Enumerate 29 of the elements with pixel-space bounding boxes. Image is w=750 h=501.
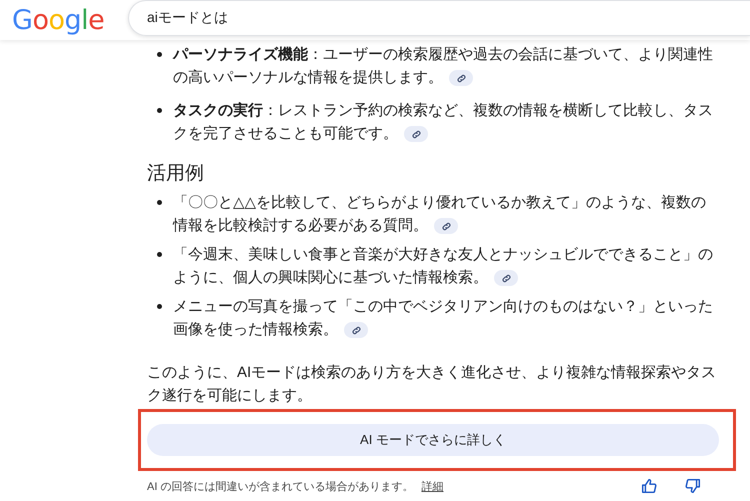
ai-mode-button[interactable]: AI モードでさらに詳しく (147, 424, 719, 456)
source-link-button[interactable] (344, 322, 368, 338)
feature-text: タスクの実行：レストラン予約の検索など、複数の情報を横断して比較し、タスクを完了させることも可能です。 (173, 101, 714, 144)
link-icon (440, 220, 452, 232)
bullet-icon (157, 304, 162, 309)
summary-text: このように、AIモードは検索のあり方を大きく進化させ、より複雑な情報探索やタスク遂行を可能にします。 (147, 363, 717, 406)
example-text: 「〇〇と△△を比較して、どちらがより優れているか教えて」のような、複数の情報を比較検討する必要がある質問。 (173, 193, 708, 236)
disclaimer-text: AI の回答には間違いが含まれている場合があります。 (147, 480, 414, 494)
section-heading: 活用例 (147, 162, 205, 186)
thumbs-down-icon[interactable] (684, 477, 702, 495)
source-link-button[interactable] (449, 70, 473, 86)
feature-text: パーソナライズ機能：ユーザーの検索履歴や過去の会話に基づいて、より関連性の高いパーソナルな情報を提供します。 (173, 45, 714, 88)
google-logo[interactable]: Google (12, 4, 128, 36)
bullet-icon (157, 52, 162, 57)
example-text: 「今週末、美味しい食事と音楽が大好きな友人とナッシュビルでできること」のように、個人の興味関心に基づいた情報検索。 (173, 245, 714, 288)
bullet-icon (157, 252, 162, 257)
bullet-icon (157, 200, 162, 205)
example-text: メニューの写真を撮って「この中でベジタリアン向けのものはない？」といった画像を使った情報検索。 (173, 297, 714, 340)
link-icon (500, 272, 512, 284)
link-icon (456, 72, 466, 84)
source-link-button[interactable] (404, 126, 428, 142)
bullet-icon (157, 108, 162, 113)
thumbs-up-icon[interactable] (640, 477, 658, 495)
link-icon (350, 324, 362, 336)
search-field[interactable]: aiモードとは (128, 0, 750, 36)
source-link-button[interactable] (494, 270, 518, 286)
source-link-button[interactable] (434, 218, 458, 234)
details-link[interactable]: 詳細 (421, 478, 444, 494)
link-icon (410, 128, 422, 140)
